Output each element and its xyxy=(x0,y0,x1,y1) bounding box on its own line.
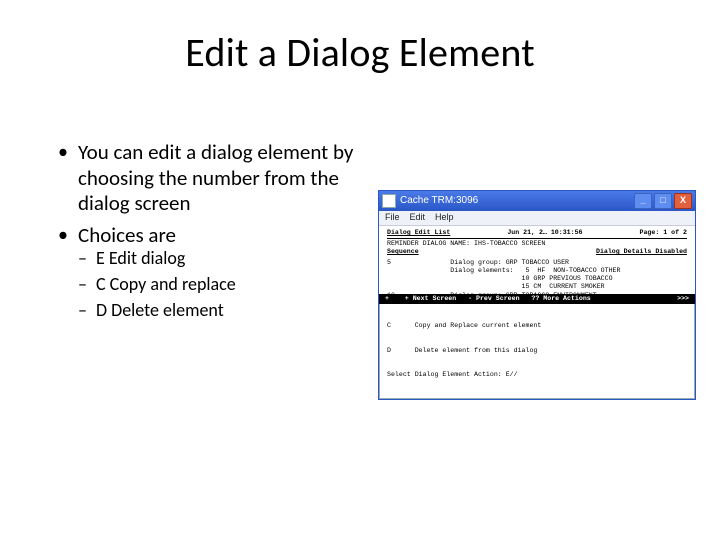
menu-help[interactable]: Help xyxy=(435,212,454,223)
bullet-2: Choices are E Edit dialog C Copy and rep… xyxy=(58,223,363,322)
slide-title: Edit a Dialog Element xyxy=(0,28,720,77)
cmd-actions[interactable]: + + Next Screen - Prev Screen ?? More Ac… xyxy=(385,295,591,303)
bullet-1: You can edit a dialog element by choosin… xyxy=(58,140,363,217)
slide: Edit a Dialog Element You can edit a dia… xyxy=(0,0,720,540)
terminal-header: Dialog Edit List Jun 21, 2… 10:31:56 Pag… xyxy=(387,229,687,239)
footer-delete: D Delete element from this dialog xyxy=(387,347,687,355)
sub-edit: E Edit dialog xyxy=(78,248,363,270)
screenshot-window-wrapper: Cache TRM:3096 _ □ X File Edit Help Dial… xyxy=(378,190,696,400)
minimize-button[interactable]: _ xyxy=(634,193,652,209)
bullet-2-text: Choices are xyxy=(78,222,176,248)
footer-copy: C Copy and Replace current element xyxy=(387,322,687,330)
sub-delete: D Delete element xyxy=(78,300,363,322)
app-icon xyxy=(382,194,396,208)
window-titlebar: Cache TRM:3096 _ □ X xyxy=(379,191,695,211)
app-window: Cache TRM:3096 _ □ X File Edit Help Dial… xyxy=(378,190,696,400)
column-headers: Sequence Dialog Details Disabled xyxy=(387,248,687,257)
menu-bar: File Edit Help xyxy=(379,211,695,226)
cmd-more[interactable]: >>> xyxy=(677,295,689,303)
titlebar-left: Cache TRM:3096 xyxy=(382,194,478,208)
row-5-el1: Dialog elements: 5 HF NON-TOBACCO OTHER xyxy=(387,267,687,275)
line-dialog-name: REMINDER DIALOG NAME: IHS-TOBACCO SCREEN xyxy=(387,240,687,248)
sub-list: E Edit dialog C Copy and replace D Delet… xyxy=(78,248,363,322)
maximize-button[interactable]: □ xyxy=(654,193,672,209)
hdr-right: Page: 1 of 2 xyxy=(640,229,687,237)
row-5-el3: 15 CM CURRENT SMOKER xyxy=(387,283,687,291)
sub-copy: C Copy and replace xyxy=(78,274,363,296)
row-5-el2: 10 GRP PREVIOUS TOBACCO xyxy=(387,275,687,283)
col-details: Dialog Details Disabled xyxy=(596,248,687,256)
hdr-mid: Jun 21, 2… 10:31:56 xyxy=(507,229,582,237)
footer-prompt[interactable]: Select Dialog Element Action: E// xyxy=(387,371,687,379)
menu-file[interactable]: File xyxy=(385,212,400,223)
col-sequence: Sequence xyxy=(387,248,419,256)
close-button[interactable]: X xyxy=(674,193,692,209)
row-5[interactable]: 5 Dialog group: GRP TOBACCO USER xyxy=(387,259,687,267)
command-bar: + + Next Screen - Prev Screen ?? More Ac… xyxy=(379,294,695,304)
menu-edit[interactable]: Edit xyxy=(410,212,426,223)
hdr-left: Dialog Edit List xyxy=(387,229,450,237)
window-buttons: _ □ X xyxy=(634,193,692,209)
window-title: Cache TRM:3096 xyxy=(400,195,478,208)
slide-body: You can edit a dialog element by choosin… xyxy=(58,140,363,328)
terminal-footer: C Copy and Replace current element D Del… xyxy=(379,304,695,399)
terminal-area: Dialog Edit List Jun 21, 2… 10:31:56 Pag… xyxy=(379,226,695,294)
